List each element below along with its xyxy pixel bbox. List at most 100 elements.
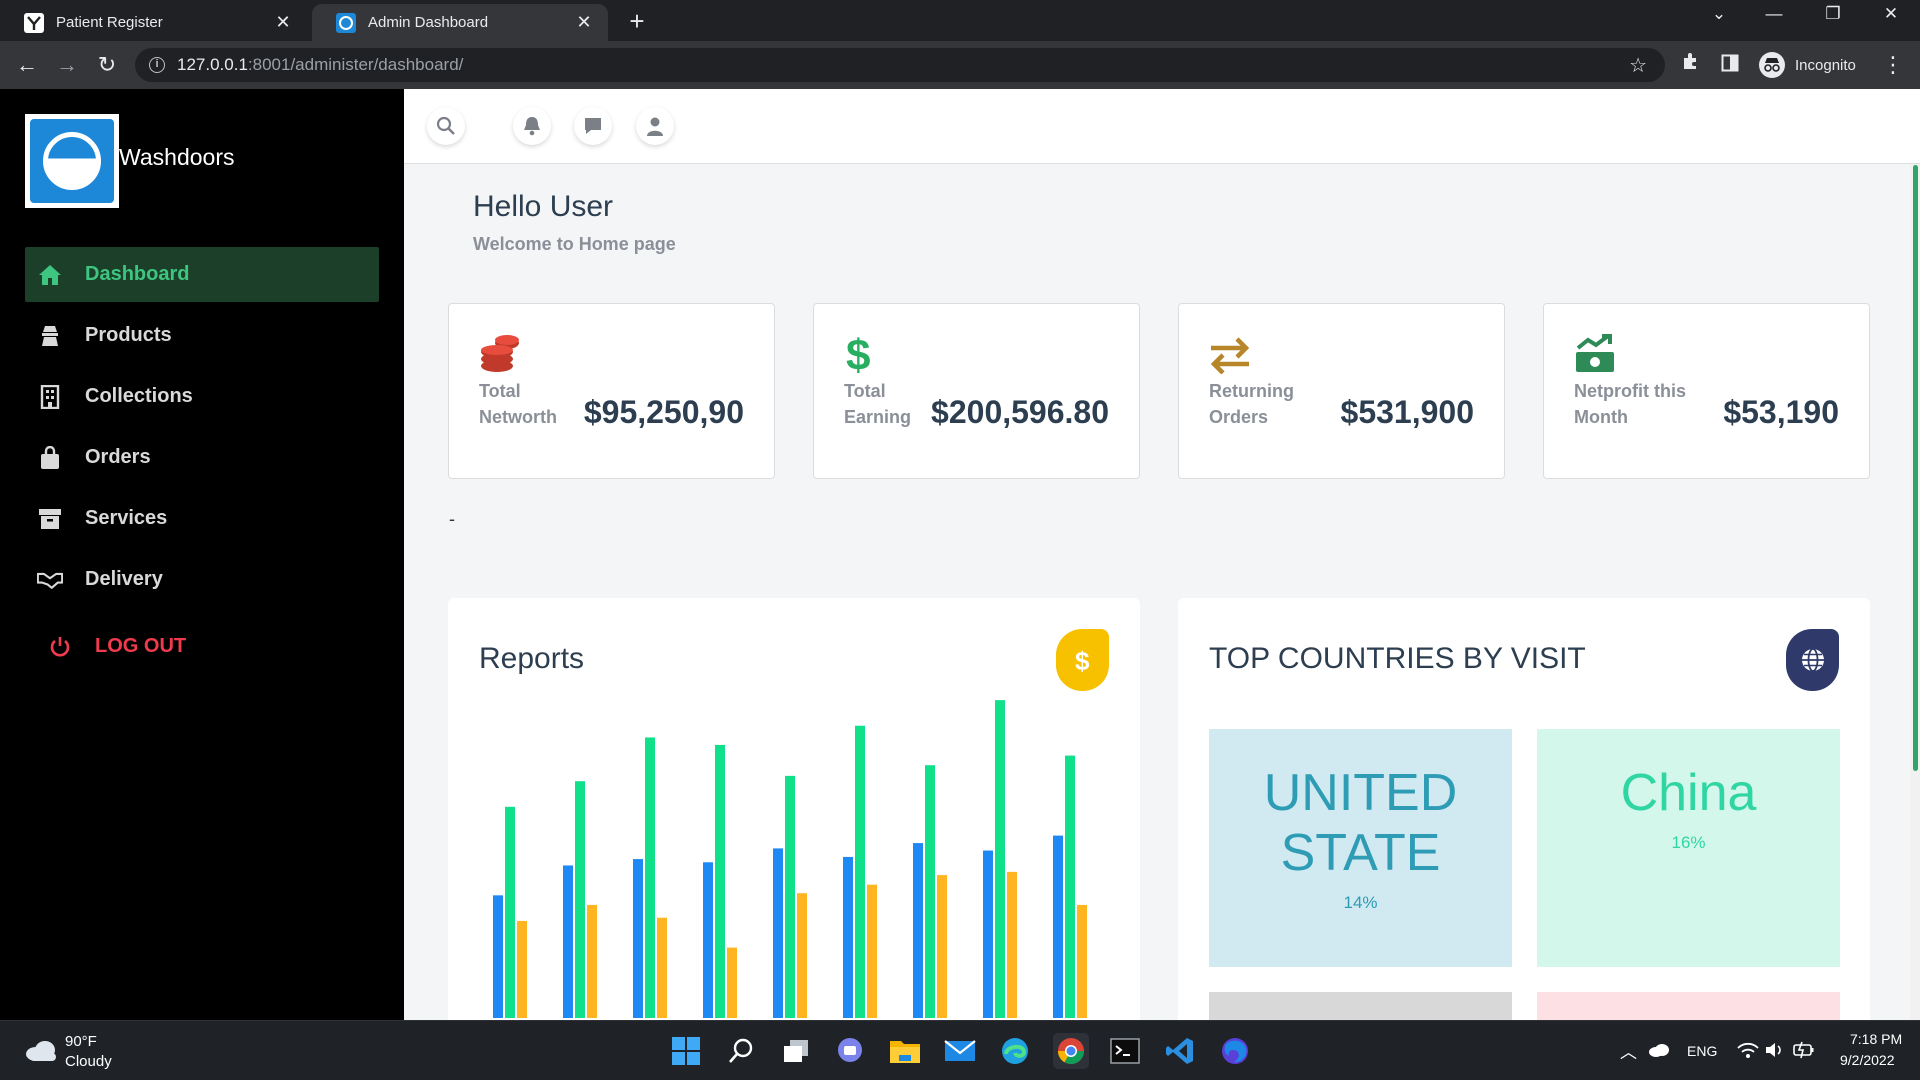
chart-bar [657, 917, 667, 1018]
chrome-browser-icon[interactable] [1053, 1033, 1089, 1069]
logout-label: LOG OUT [95, 635, 187, 657]
countries-badge[interactable] [1786, 629, 1839, 691]
close-tab-icon[interactable]: ✕ [574, 12, 594, 33]
back-arrow-icon[interactable]: ← [12, 50, 42, 80]
new-tab-plus-icon[interactable]: + [622, 6, 652, 37]
country-card-partial[interactable] [1537, 992, 1840, 1020]
sidebar-item-dashboard[interactable]: Dashboard [25, 247, 379, 302]
chart-bar [645, 737, 655, 1018]
task-view-icon[interactable] [778, 1033, 814, 1069]
vscode-icon[interactable] [1162, 1033, 1198, 1069]
edge-browser-icon[interactable] [997, 1033, 1033, 1069]
close-tab-icon[interactable]: ✕ [273, 12, 293, 33]
country-name: China [1620, 764, 1757, 822]
chart-bar [517, 920, 527, 1018]
reload-icon[interactable]: ↻ [92, 50, 122, 80]
stat-label: Total Networth [479, 381, 557, 427]
file-explorer-icon[interactable] [887, 1033, 923, 1069]
tab-admin-dashboard[interactable]: Admin Dashboard ✕ [312, 4, 608, 41]
search-icon[interactable] [723, 1033, 759, 1069]
tray-overflow-chevron-icon[interactable]: ︿ [1620, 1038, 1637, 1063]
country-card-china[interactable]: China 16% [1537, 729, 1840, 967]
chart-bar [1007, 871, 1017, 1018]
sidebar-item-label: Products [85, 324, 172, 346]
browser-menu-kebab-icon[interactable]: ⋮ [1878, 50, 1908, 80]
brand-logo[interactable] [25, 114, 119, 208]
chart-bar [983, 850, 993, 1018]
windows-start-icon[interactable] [668, 1033, 704, 1069]
page-scrollbar-thumb[interactable] [1913, 165, 1918, 771]
logout-button[interactable]: LOG OUT [25, 619, 379, 674]
tab-title: Patient Register [56, 14, 163, 31]
stat-card-earning: $ Total Earning $200,596.80 [813, 303, 1140, 479]
sidebar-item-label: Dashboard [85, 263, 190, 285]
chart-bar [715, 744, 725, 1018]
sidebar-item-delivery[interactable]: Delivery [25, 552, 379, 607]
user-icon[interactable] [636, 107, 674, 145]
clock-date[interactable]: 9/2/2022 [1840, 1052, 1895, 1068]
countries-panel: TOP COUNTRIES BY VISIT UNITED STATE 14% … [1178, 598, 1870, 1020]
clock-time[interactable]: 7:18 PM [1850, 1031, 1902, 1047]
close-window-icon[interactable]: ✕ [1876, 4, 1906, 24]
wifi-icon[interactable] [1737, 1041, 1759, 1064]
country-percent: 14% [1343, 893, 1378, 912]
incognito-icon [1759, 52, 1785, 78]
exchange-arrows-icon [1209, 334, 1251, 375]
battery-icon[interactable] [1793, 1041, 1815, 1064]
forward-arrow-icon[interactable]: → [52, 50, 82, 80]
svg-text:$: $ [846, 334, 870, 374]
washdoors-favicon-icon [336, 12, 356, 33]
chart-bar [855, 725, 865, 1018]
minimize-icon[interactable]: — [1759, 4, 1789, 24]
bookmark-star-icon[interactable]: ☆ [1629, 53, 1647, 78]
weather-condition: Cloudy [65, 1053, 112, 1070]
stat-value: $53,190 [1723, 394, 1839, 430]
chart-bar [785, 775, 795, 1018]
reports-bar-chart [493, 700, 1087, 1018]
url-text: 127.0.0.1:8001/administer/dashboard/ [177, 55, 464, 74]
tab-patient-register[interactable]: Patient Register ✕ [0, 4, 307, 41]
chart-bar [727, 947, 737, 1018]
sidebar-item-collections[interactable]: Collections [25, 369, 379, 424]
admin-dashboard-page: Washdoors Dashboard Products Collections… [0, 89, 1920, 1020]
onedrive-cloud-icon[interactable] [1648, 1043, 1670, 1062]
volume-icon[interactable] [1765, 1041, 1785, 1064]
language-indicator[interactable]: ENG [1687, 1043, 1717, 1059]
reports-title: Reports [479, 642, 585, 675]
terminal-icon[interactable] [1107, 1033, 1143, 1069]
washing-machine-logo-icon [43, 132, 101, 190]
sidebar-item-services[interactable]: Services [25, 491, 379, 546]
tab-search-chevron-icon[interactable]: ⌄ [1704, 4, 1734, 24]
chart-bar [867, 884, 877, 1018]
page-title: Hello User [473, 190, 614, 223]
country-card-partial[interactable] [1209, 992, 1512, 1020]
search-icon[interactable] [427, 107, 465, 145]
money-growth-icon [1574, 334, 1616, 374]
browser-tab-bar: Patient Register ✕ Admin Dashboard ✕ + ⌄… [0, 0, 1920, 41]
message-icon[interactable] [574, 107, 612, 145]
stat-value: $531,900 [1340, 394, 1474, 430]
incognito-profile-button[interactable]: Incognito [1755, 48, 1866, 82]
sidebar-item-products[interactable]: Products [25, 308, 379, 363]
teams-chat-icon[interactable] [832, 1033, 868, 1069]
dollar-icon: $ [844, 331, 886, 380]
stray-text: - [449, 509, 455, 529]
reports-badge[interactable]: $ [1056, 629, 1109, 691]
chart-bar [633, 859, 643, 1018]
mail-icon[interactable] [942, 1033, 978, 1069]
country-card-united-state[interactable]: UNITED STATE 14% [1209, 729, 1512, 967]
reports-panel: Reports $ [448, 598, 1140, 1020]
side-panel-icon[interactable] [1715, 50, 1745, 80]
address-bar[interactable]: i 127.0.0.1:8001/administer/dashboard/ ☆ [135, 48, 1665, 82]
extensions-puzzle-icon[interactable] [1676, 50, 1706, 80]
firefox-icon[interactable] [1217, 1033, 1253, 1069]
restore-icon[interactable]: ❐ [1818, 4, 1848, 24]
power-icon [47, 635, 73, 659]
cloud-weather-icon[interactable] [24, 1039, 58, 1068]
dollar-icon: $ [1075, 646, 1090, 675]
site-info-icon[interactable]: i [149, 57, 165, 73]
sidebar-item-orders[interactable]: Orders [25, 430, 379, 485]
chart-bar [587, 904, 597, 1018]
bell-icon[interactable] [513, 107, 551, 145]
chart-bar [1053, 835, 1063, 1018]
